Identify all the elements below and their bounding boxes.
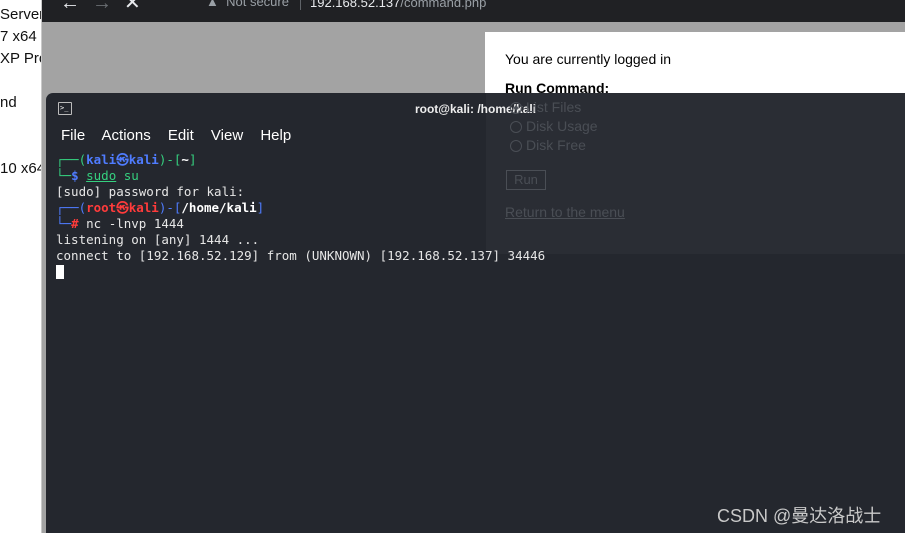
command-text: nc -lnvp 1444 <box>78 216 184 231</box>
prompt-frame: ] <box>256 200 265 215</box>
option-list-files: List Files <box>526 99 582 115</box>
prompt-user: root㉿kali <box>86 200 159 215</box>
prompt-frame: └─ <box>56 168 72 183</box>
prompt-dir: /home/kali <box>181 200 257 215</box>
warning-icon: ▲ <box>206 0 219 9</box>
url-host: 192.168.52.137 <box>310 0 401 10</box>
security-indicator[interactable]: ▲ Not secure <box>206 0 289 9</box>
terminal-cursor <box>56 265 64 279</box>
address-bar[interactable]: 192.168.52.137/command.php <box>310 0 486 10</box>
background-window-item: Server <box>0 6 42 23</box>
command-text: su <box>116 168 139 183</box>
arrow-right-icon[interactable]: → <box>92 0 112 13</box>
terminal-menubar: File Actions Edit View Help <box>61 127 304 144</box>
prompt-symbol: # <box>71 216 79 231</box>
arrow-left-icon[interactable]: ← <box>60 0 80 13</box>
close-icon[interactable]: ✕ <box>124 0 141 13</box>
run-button[interactable]: Run <box>506 170 546 190</box>
return-menu-link[interactable]: Return to the menu <box>505 204 625 220</box>
terminal-line: listening on [any] 1444 ... <box>56 232 260 247</box>
terminal-line: └─$ sudo su <box>56 168 139 184</box>
radio-list-files[interactable] <box>510 102 522 114</box>
prompt-frame: ┌──( <box>56 200 87 215</box>
prompt-user: kali㉿kali <box>86 152 159 167</box>
menu-actions[interactable]: Actions <box>102 127 151 144</box>
prompt-frame: ] <box>188 152 197 167</box>
background-window: Server 7 x64 XP Pro nd 10 x64 <box>0 0 42 533</box>
browser-toolbar: ← → ✕ ▲ Not secure 192.168.52.137/comman… <box>42 0 905 22</box>
command-text: sudo <box>86 168 117 183</box>
radio-disk-free[interactable] <box>510 140 522 152</box>
prompt-frame: ┌──( <box>56 152 87 167</box>
background-window-item: 7 x64 <box>0 28 37 45</box>
menu-view[interactable]: View <box>211 127 243 144</box>
terminal-line: connect to [192.168.52.129] from (UNKNOW… <box>56 248 546 263</box>
radio-disk-usage[interactable] <box>510 121 522 133</box>
url-path: /command.php <box>400 0 487 10</box>
option-disk-usage: Disk Usage <box>526 118 598 134</box>
security-text: Not secure <box>226 0 289 9</box>
option-disk-free: Disk Free <box>526 137 586 153</box>
prompt-frame: └─ <box>56 216 72 231</box>
prompt-dir: ~ <box>181 152 189 167</box>
terminal-line: [sudo] password for kali: <box>56 184 245 199</box>
terminal-line: ┌──(root㉿kali)-[/home/kali] <box>56 200 264 216</box>
menu-file[interactable]: File <box>61 127 85 144</box>
background-window-item: XP Pro <box>0 50 42 67</box>
prompt-frame: )-[ <box>158 152 182 167</box>
watermark: CSDN @曼达洛战士 <box>717 506 882 526</box>
menu-edit[interactable]: Edit <box>168 127 194 144</box>
prompt-frame: )-[ <box>158 200 182 215</box>
terminal-line: ┌──(kali㉿kali)-[~] <box>56 152 196 168</box>
prompt-symbol: $ <box>71 168 79 183</box>
background-window-item: 10 x64 <box>0 160 42 177</box>
terminal-line: └─# nc -lnvp 1444 <box>56 216 184 232</box>
background-window-item: nd <box>0 94 17 111</box>
url-separator <box>300 0 301 10</box>
login-status: You are currently logged in <box>505 51 672 67</box>
menu-help[interactable]: Help <box>260 127 291 144</box>
